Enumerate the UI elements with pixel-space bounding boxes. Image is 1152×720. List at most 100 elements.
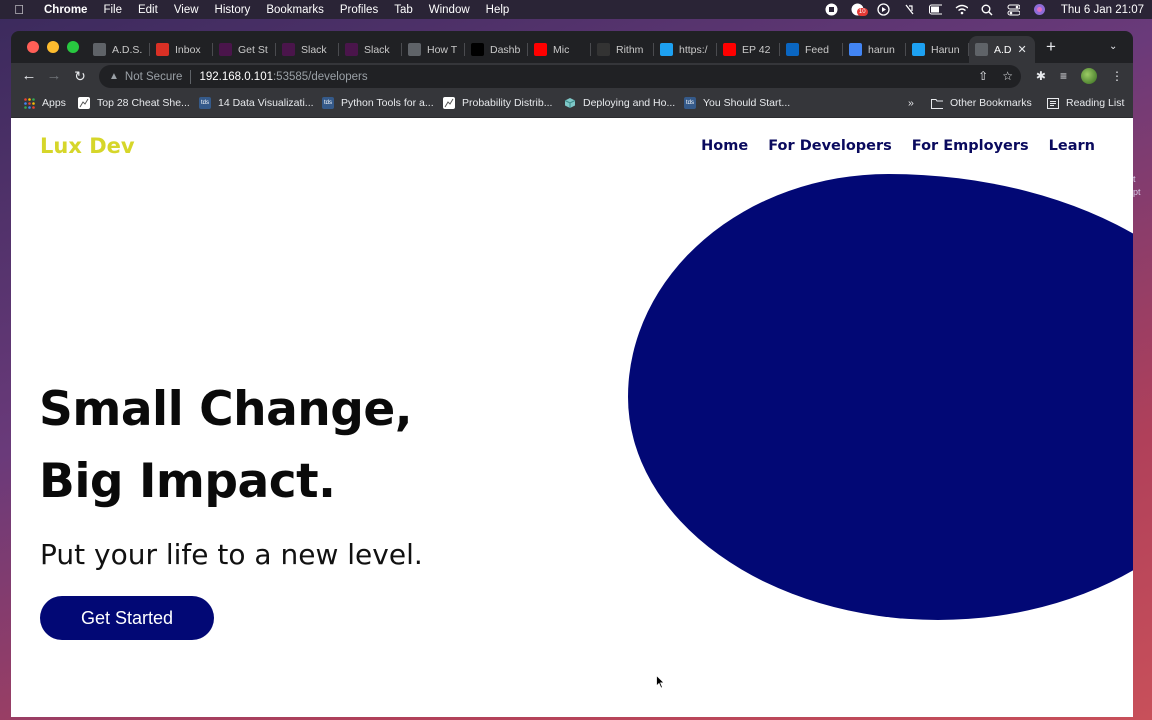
browser-tab[interactable]: Mic — [528, 36, 591, 63]
menu-edit[interactable]: Edit — [138, 4, 158, 16]
back-arrow-icon[interactable]: ← — [20, 67, 38, 85]
browser-tab[interactable]: A.D ✕ — [969, 36, 1035, 63]
menu-help[interactable]: Help — [486, 4, 510, 16]
site-logo[interactable]: Lux Dev — [40, 134, 135, 158]
reload-icon[interactable]: ↻ — [71, 67, 89, 85]
reading-list-label: Reading List — [1066, 97, 1125, 109]
page-viewport: Lux Dev Home For Developers For Employer… — [11, 118, 1133, 717]
browser-tab[interactable]: Slack — [339, 36, 402, 63]
bookmark-data-viz[interactable]: tds 14 Data Visualizati... — [199, 97, 314, 109]
menubar-clock[interactable]: Thu 6 Jan 21:07 — [1061, 4, 1144, 16]
new-tab-button[interactable]: + — [1046, 38, 1056, 55]
browser-tab[interactable]: A.D.S. — [87, 36, 150, 63]
share-icon[interactable]: ⇧ — [978, 69, 988, 83]
browser-tab[interactable]: Slack — [276, 36, 339, 63]
menu-profiles[interactable]: Profiles — [340, 4, 378, 16]
notification-app-icon[interactable]: 10 — [851, 3, 868, 16]
bookmark-python-tools[interactable]: tds Python Tools for a... — [322, 97, 434, 109]
tab-search-chevron-icon[interactable]: ⌄ — [1109, 41, 1117, 52]
browser-tab[interactable]: Harun — [906, 36, 969, 63]
menu-tab[interactable]: Tab — [394, 4, 413, 16]
control-center-icon[interactable] — [1007, 3, 1020, 16]
doc-icon — [975, 43, 988, 56]
browser-tab[interactable]: Inbox — [150, 36, 213, 63]
nav-home[interactable]: Home — [701, 138, 748, 154]
spotlight-search-icon[interactable] — [981, 3, 994, 16]
play-icon[interactable] — [877, 3, 890, 16]
browser-tab[interactable]: EP 42 — [717, 36, 780, 63]
mute-icon[interactable] — [903, 3, 916, 16]
other-bookmarks[interactable]: Other Bookmarks — [931, 97, 1032, 109]
bookmark-deploying[interactable]: Deploying and Ho... — [564, 97, 675, 109]
twitter-icon — [660, 43, 673, 56]
tab-strip: A.D.S. Inbox Get St Slack Slack How T Dashb Mic… — [11, 31, 1133, 63]
nav-for-employers[interactable]: For Employers — [912, 138, 1029, 154]
bookmark-cheat-sheets[interactable]: Top 28 Cheat She... — [78, 97, 190, 109]
tab-label: Slack — [364, 43, 390, 56]
dev-icon — [471, 43, 484, 56]
more-menu-icon[interactable]: ⋮ — [1111, 69, 1123, 83]
siri-icon[interactable] — [1033, 3, 1046, 16]
notification-badge: 10 — [856, 8, 868, 16]
apple-menu-icon[interactable]:  — [12, 2, 26, 17]
bookmarks-bar: Apps Top 28 Cheat She... tds 14 Data Vis… — [11, 90, 1133, 118]
battery-icon[interactable] — [928, 3, 942, 16]
browser-tab[interactable]: https:/ — [654, 36, 717, 63]
folder-icon — [931, 97, 943, 109]
browser-tab[interactable]: Get St — [213, 36, 276, 63]
close-window-button[interactable] — [27, 41, 39, 53]
wifi-icon[interactable] — [955, 3, 968, 16]
browser-tab[interactable]: Rithm — [591, 36, 654, 63]
nav-for-developers[interactable]: For Developers — [768, 138, 892, 154]
browser-tab[interactable]: harun — [843, 36, 906, 63]
bookmark-apps[interactable]: Apps — [23, 97, 66, 109]
security-label[interactable]: Not Secure — [125, 71, 183, 83]
menu-bookmarks[interactable]: Bookmarks — [266, 4, 324, 16]
bookmark-label: Deploying and Ho... — [583, 97, 676, 109]
bookmark-label: Top 28 Cheat She... — [97, 97, 190, 109]
youtube-icon — [723, 43, 736, 56]
forward-arrow-icon[interactable]: → — [45, 67, 63, 85]
tab-label: harun — [868, 43, 895, 56]
tab-label: How T — [427, 43, 458, 56]
browser-tab[interactable]: Dashb — [465, 36, 528, 63]
bookmark-probability[interactable]: Probability Distrib... — [443, 97, 552, 109]
browser-tab[interactable]: How T — [402, 36, 465, 63]
tds-icon: tds — [684, 97, 696, 109]
bookmark-star-icon[interactable]: ☆ — [1002, 69, 1013, 83]
bookmarks-overflow-chevron[interactable]: » — [908, 97, 914, 109]
slack-icon — [219, 43, 232, 56]
url-path: :53585/developers — [272, 70, 368, 83]
reading-list[interactable]: Reading List — [1047, 97, 1124, 109]
zoom-window-button[interactable] — [67, 41, 79, 53]
nav-learn[interactable]: Learn — [1049, 138, 1095, 154]
warning-triangle-icon[interactable]: ▲ — [109, 71, 119, 82]
menu-history[interactable]: History — [215, 4, 251, 16]
gmail-icon — [156, 43, 169, 56]
site-nav: Home For Developers For Employers Learn — [701, 138, 1095, 154]
address-bar[interactable]: ▲ Not Secure 192.168.0.101:53585/develop… — [99, 65, 1021, 88]
get-started-button[interactable]: Get Started — [40, 596, 214, 640]
youtube-icon — [534, 43, 547, 56]
chart-icon — [443, 97, 455, 109]
browser-tab[interactable]: Feed — [780, 36, 843, 63]
twitter-icon — [912, 43, 925, 56]
profile-avatar[interactable] — [1081, 68, 1097, 84]
other-bookmarks-label: Other Bookmarks — [950, 97, 1032, 109]
menu-app-name[interactable]: Chrome — [44, 4, 87, 16]
tab-label: A.D — [994, 43, 1012, 56]
minimize-window-button[interactable] — [47, 41, 59, 53]
menu-file[interactable]: File — [103, 4, 122, 16]
tds-icon: tds — [322, 97, 334, 109]
record-stop-icon[interactable] — [825, 3, 838, 16]
google-icon — [849, 43, 862, 56]
bookmark-you-should-start[interactable]: tds You Should Start... — [684, 97, 790, 109]
extensions-puzzle-icon[interactable]: ✱ — [1036, 69, 1046, 83]
tab-label: Inbox — [175, 43, 201, 56]
tab-label: Slack — [301, 43, 327, 56]
tab-label: Mic — [553, 43, 570, 56]
media-queue-icon[interactable]: ≡ — [1060, 69, 1067, 83]
menu-window[interactable]: Window — [429, 4, 470, 16]
close-tab-icon[interactable]: ✕ — [1018, 43, 1027, 56]
menu-view[interactable]: View — [174, 4, 199, 16]
